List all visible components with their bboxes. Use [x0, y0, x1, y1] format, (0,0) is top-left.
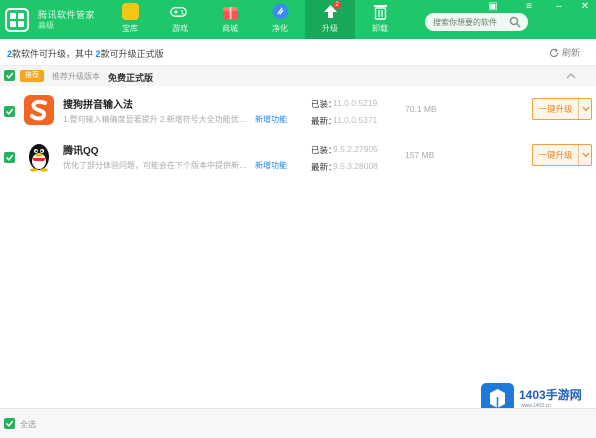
upgrade-options-dropdown[interactable]: [578, 145, 592, 165]
latest-version: 11.0.0.5371: [333, 115, 378, 125]
upgrade-count-badge: 2: [333, 1, 341, 9]
upgrade-button[interactable]: 一键升级: [532, 98, 592, 120]
latest-version: 9.5.3.28008: [333, 161, 378, 171]
app-checkbox[interactable]: [4, 106, 15, 117]
tab-clean[interactable]: 净化: [255, 0, 305, 39]
tab-treasure[interactable]: 宝库: [105, 0, 155, 39]
tab-label: 卸载: [372, 24, 388, 33]
app-name: 腾讯QQ: [63, 146, 99, 157]
sogou-input-icon: [24, 95, 54, 125]
app-subtitle: 高级: [38, 21, 54, 30]
tab-mall[interactable]: 商城: [205, 0, 255, 39]
trash-icon: [374, 5, 387, 20]
refresh-icon: [549, 48, 559, 58]
upgrade-summary-bar: 2款软件可升级，其中 2款可升级正式版 刷新: [0, 39, 596, 66]
upgrade-summary-text: 2款软件可升级，其中 2款可升级正式版: [7, 47, 164, 60]
treasure-icon: [122, 3, 139, 20]
check-icon: [5, 420, 14, 427]
installed-version: 9.5.2.27905: [333, 144, 378, 154]
tab-games[interactable]: 游戏: [155, 0, 205, 39]
group-header: 推荐 推荐升级版本 免费正式版: [0, 66, 596, 86]
group-name: 推荐升级版本: [52, 72, 100, 81]
file-size: 70.1 MB: [405, 104, 437, 114]
select-all-checkbox[interactable]: [4, 418, 15, 429]
qq-penguin-icon: [29, 144, 49, 172]
app-description: 1.整句输入精确度显著提升 2.新增符号大全功能优化，默...: [63, 115, 248, 124]
file-size: 157 MB: [405, 150, 435, 160]
new-feature-link[interactable]: 新增功能: [255, 114, 287, 125]
list-item: 搜狗拼音输入法 1.整句输入精确度显著提升 2.新增符号大全功能优化，默... …: [0, 88, 596, 140]
summary-middle-text: 款软件可升级，其中: [12, 49, 94, 59]
gamepad-icon: [170, 6, 187, 17]
chevron-up-icon[interactable]: [564, 69, 578, 83]
tab-label: 净化: [272, 24, 288, 33]
upgrade-button-label[interactable]: 一键升级: [533, 99, 578, 119]
group-checkbox[interactable]: [4, 70, 15, 81]
list-item: 腾讯QQ 优化了部分体验问题，可能会在下个版本中提供新功能... 新增功能 已装…: [0, 134, 596, 186]
upgrade-options-dropdown[interactable]: [578, 99, 592, 119]
upgrade-button[interactable]: 一键升级: [532, 144, 592, 166]
skin-icon[interactable]: ▣: [486, 0, 500, 14]
chevron-down-icon: [582, 152, 590, 158]
menu-icon[interactable]: ≡: [522, 0, 536, 14]
recommend-tag: 推荐: [20, 70, 44, 82]
summary-suffix-text: 款可升级正式版: [100, 49, 164, 59]
tab-label: 商城: [222, 24, 238, 33]
tab-label: 游戏: [172, 24, 188, 33]
tab-upgrade[interactable]: 2 升级: [305, 0, 355, 39]
refresh-button[interactable]: 刷新: [549, 46, 580, 59]
upgrade-button-label[interactable]: 一键升级: [533, 145, 578, 165]
app-checkbox[interactable]: [4, 152, 15, 163]
chevron-down-icon: [582, 106, 590, 112]
group-label: 免费正式版: [108, 73, 154, 83]
minimize-icon[interactable]: –: [552, 0, 566, 14]
installed-version: 11.0.0.5219: [333, 98, 378, 108]
tab-label: 升级: [322, 24, 338, 33]
gift-icon: [223, 7, 238, 19]
close-icon[interactable]: ✕: [578, 0, 592, 14]
footer-bar: 全选: [0, 408, 596, 438]
tab-label: 宝库: [122, 24, 138, 33]
refresh-label: 刷新: [562, 48, 581, 58]
app-description: 优化了部分体验问题，可能会在下个版本中提供新功能...: [63, 161, 248, 170]
app-logo-icon: [5, 8, 29, 32]
select-all-label[interactable]: 全选: [20, 419, 36, 430]
tab-uninstall[interactable]: 卸载: [355, 0, 405, 39]
check-icon: [5, 72, 14, 79]
app-name: 搜狗拼音输入法: [63, 100, 133, 111]
shield-clean-icon: [272, 3, 289, 20]
check-icon: [5, 108, 14, 115]
title-bar: 腾讯软件管家 高级 宝库 游戏 商城 净化 2 升级 卸载 搜索你想要的软件 ▣…: [0, 0, 596, 39]
watermark-brand: 1403手游网: [519, 388, 582, 402]
search-icon[interactable]: [509, 16, 521, 28]
new-feature-link[interactable]: 新增功能: [255, 160, 287, 171]
check-icon: [5, 154, 14, 161]
